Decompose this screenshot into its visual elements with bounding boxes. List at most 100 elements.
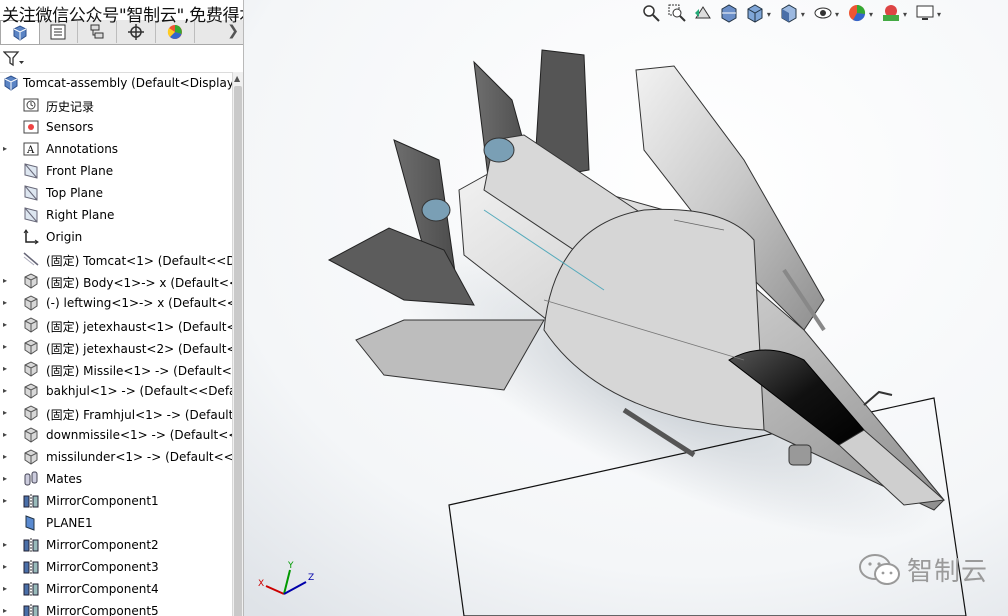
- tree-item[interactable]: ▸ MirrorComponent1: [0, 490, 232, 512]
- expand-arrow-icon[interactable]: ▸: [3, 496, 11, 505]
- part-icon: [22, 405, 40, 421]
- svg-text:A: A: [26, 145, 35, 156]
- tree-item[interactable]: Right Plane: [0, 204, 232, 226]
- zoom-to-area-icon: [667, 3, 687, 26]
- tree-item-label: Top Plane: [46, 186, 103, 200]
- expand-arrow-icon[interactable]: ▸: [3, 342, 11, 351]
- expand-arrow-icon[interactable]: ▸: [3, 386, 11, 395]
- display-style-icon: [779, 3, 799, 26]
- tree-item[interactable]: Sensors: [0, 116, 232, 138]
- feature-tree: Tomcat-assembly (Default<Display 历史记录 Sens…: [0, 72, 232, 616]
- tree-item[interactable]: ▸ A Annotations: [0, 138, 232, 160]
- expand-arrow-icon[interactable]: ▸: [3, 364, 11, 373]
- tree-item[interactable]: Top Plane: [0, 182, 232, 204]
- mirror-component-icon: [22, 581, 40, 597]
- tree-item-label: Sensors: [46, 120, 94, 134]
- expand-arrow-icon[interactable]: ▸: [3, 320, 11, 329]
- apply-scene-button[interactable]: [880, 3, 902, 25]
- aircraft-model[interactable]: [244, 0, 1008, 616]
- expand-arrow-icon[interactable]: ▸: [3, 540, 11, 549]
- tree-item[interactable]: ▸ MirrorComponent2: [0, 534, 232, 556]
- tree-item[interactable]: PLANE1: [0, 512, 232, 534]
- expand-arrow-icon[interactable]: ▸: [3, 144, 11, 153]
- edit-appearance-button[interactable]: [846, 3, 868, 25]
- tree-item-label: (固定) Tomcat<1> (Default<<De: [46, 254, 232, 268]
- hide-show-button[interactable]: [812, 3, 834, 25]
- tree-item-label: Right Plane: [46, 208, 115, 222]
- tree-item[interactable]: ▸ MirrorComponent4: [0, 578, 232, 600]
- previous-view-icon: [693, 3, 713, 26]
- tree-item-label: (固定) Missile<1> -> (Default<<: [46, 364, 232, 378]
- tree-item[interactable]: ▸ Mates: [0, 468, 232, 490]
- expand-arrow-icon[interactable]: ▸: [3, 606, 11, 615]
- triad-x-label: X: [258, 579, 264, 589]
- scrollbar-thumb[interactable]: [234, 86, 242, 616]
- scroll-up-arrow-icon[interactable]: ▲: [234, 74, 240, 83]
- tree-scrollbar[interactable]: ▲: [232, 72, 243, 616]
- expand-arrow-icon[interactable]: ▸: [3, 584, 11, 593]
- triad-z-label: Z: [308, 573, 314, 583]
- tree-item[interactable]: ▸ missilunder<1> -> (Default<<D: [0, 446, 232, 468]
- previous-view-button[interactable]: [692, 3, 714, 25]
- zoom-to-area-button[interactable]: [666, 3, 688, 25]
- filter-icon[interactable]: [2, 50, 25, 71]
- expand-arrow-icon[interactable]: ▸: [3, 298, 11, 307]
- tree-item-label: Origin: [46, 230, 83, 244]
- tree-item-label: MirrorComponent4: [46, 582, 159, 596]
- view-settings-button[interactable]: [914, 3, 936, 25]
- tree-item[interactable]: (固定) Tomcat<1> (Default<<De: [0, 248, 232, 270]
- history-icon: [22, 97, 40, 113]
- tree-item[interactable]: 历史记录: [0, 94, 232, 116]
- tree-item[interactable]: ▸ downmissile<1> -> (Default<<: [0, 424, 232, 446]
- tree-item[interactable]: ▸ MirrorComponent5: [0, 600, 232, 616]
- part-icon: [22, 383, 40, 399]
- heads-up-view-toolbar: ▾ ▾ ▾ ▾ ▾ ▾: [640, 2, 944, 26]
- tree-item[interactable]: Origin: [0, 226, 232, 248]
- tree-item[interactable]: ▸ bakhjul<1> -> (Default<<Defau: [0, 380, 232, 402]
- expand-arrow-icon[interactable]: ▸: [3, 474, 11, 483]
- mates-icon: [22, 471, 40, 487]
- view-orientation-button[interactable]: [744, 3, 766, 25]
- chevron-down-icon[interactable]: ▾: [767, 10, 771, 19]
- tree-item-label: (固定) jetexhaust<2> (Default<<: [46, 342, 232, 356]
- tree-item[interactable]: ▸ MirrorComponent3: [0, 556, 232, 578]
- mirror-component-icon: [22, 603, 40, 616]
- tree-item[interactable]: ▸ (-) leftwing<1>-> x (Default<<D: [0, 292, 232, 314]
- tree-item-label: Front Plane: [46, 164, 114, 178]
- chevron-down-icon[interactable]: ▾: [835, 10, 839, 19]
- chevron-down-icon[interactable]: ▾: [801, 10, 805, 19]
- tree-item-label: missilunder<1> -> (Default<<D: [46, 450, 232, 464]
- section-view-button[interactable]: [718, 3, 740, 25]
- edit-appearance-icon: [847, 3, 867, 26]
- tree-item-label: PLANE1: [46, 516, 93, 530]
- chevron-down-icon[interactable]: ▾: [903, 10, 907, 19]
- graphics-viewport[interactable]: ▾ ▾ ▾ ▾ ▾ ▾ X Y Z 智制云: [244, 0, 1008, 616]
- coordinate-triad: X Y Z: [258, 561, 314, 595]
- expand-arrow-icon[interactable]: ▸: [3, 430, 11, 439]
- tree-item[interactable]: ▸ (固定) Missile<1> -> (Default<<: [0, 358, 232, 380]
- tree-item[interactable]: Tomcat-assembly (Default<Display: [0, 72, 232, 94]
- chevron-down-icon[interactable]: ▾: [937, 10, 941, 19]
- origin-icon: [22, 229, 40, 245]
- zoom-to-fit-button[interactable]: [640, 3, 662, 25]
- mirror-component-icon: [22, 559, 40, 575]
- tree-item[interactable]: ▸ (固定) Framhjul<1> -> (Default<: [0, 402, 232, 424]
- part-icon: [22, 295, 40, 311]
- apply-scene-icon: [881, 3, 901, 26]
- tree-item-label: (固定) Body<1>-> x (Default<<: [46, 276, 232, 290]
- watermark-top-text: 关注微信公众号"智制云",免费得本图纸: [2, 6, 243, 26]
- mirror-component-icon: [22, 537, 40, 553]
- expand-arrow-icon[interactable]: ▸: [3, 408, 11, 417]
- tree-item[interactable]: ▸ (固定) jetexhaust<1> (Default<<: [0, 314, 232, 336]
- expand-arrow-icon[interactable]: ▸: [3, 276, 11, 285]
- expand-arrow-icon[interactable]: ▸: [3, 452, 11, 461]
- tree-item[interactable]: ▸ (固定) jetexhaust<2> (Default<<: [0, 336, 232, 358]
- tree-item[interactable]: Front Plane: [0, 160, 232, 182]
- display-style-button[interactable]: [778, 3, 800, 25]
- chevron-down-icon[interactable]: ▾: [869, 10, 873, 19]
- part-icon: [22, 273, 40, 289]
- expand-arrow-icon[interactable]: ▸: [3, 562, 11, 571]
- watermark-corner: 智制云: [857, 551, 988, 588]
- tree-item-label: MirrorComponent3: [46, 560, 159, 574]
- tree-item[interactable]: ▸ (固定) Body<1>-> x (Default<<: [0, 270, 232, 292]
